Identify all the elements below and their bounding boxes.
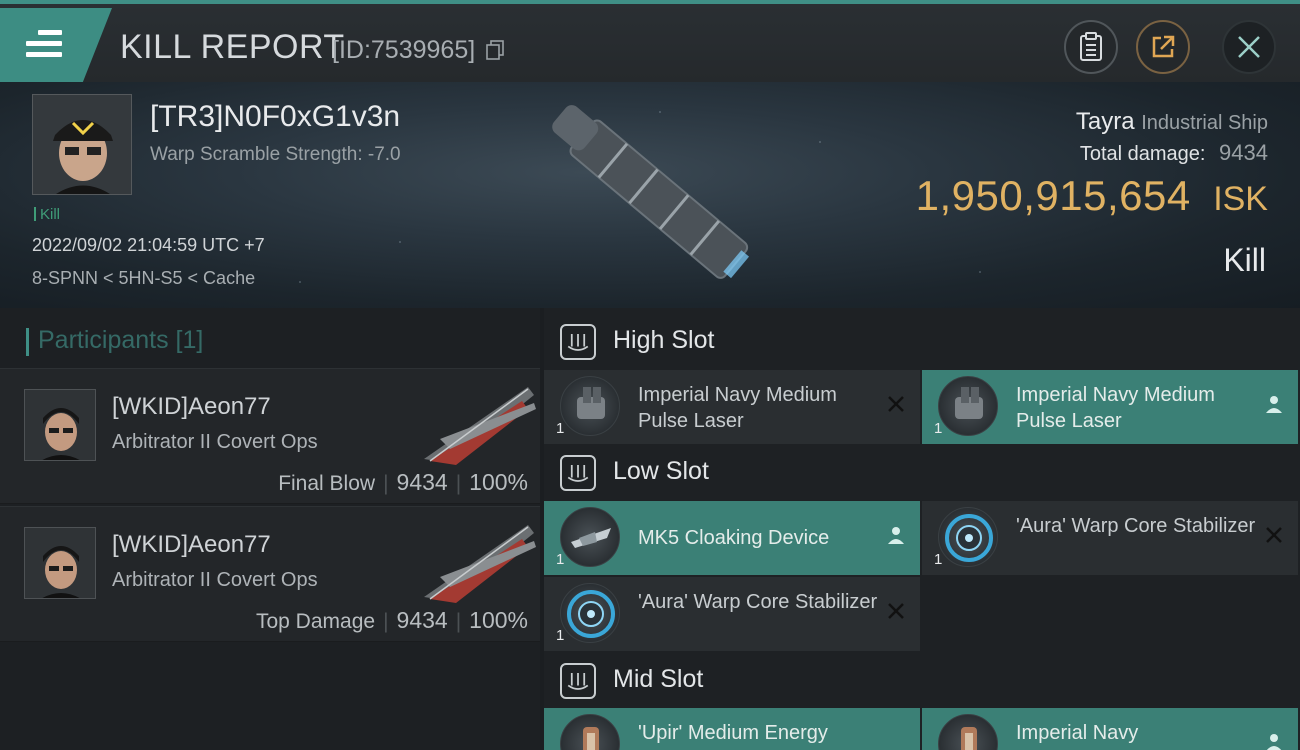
victim-ship-image[interactable]: [520, 86, 790, 306]
participant-ship-image[interactable]: [410, 517, 538, 605]
module-item[interactable]: 1 MK5 Cloaking Device: [544, 501, 920, 575]
module-item[interactable]: 'Upir' Medium Energy: [544, 708, 920, 750]
item-quantity: 1: [934, 420, 943, 437]
item-name: 'Aura' Warp Core Stabilizer: [638, 591, 878, 613]
item-quantity: 1: [934, 551, 943, 568]
participant-stats: Final Blow | 9434 | 100%: [278, 469, 528, 495]
participant-row[interactable]: [WKID]Aeon77 Arbitrator II Covert Ops To…: [0, 506, 540, 642]
item-name: 'Aura' Warp Core Stabilizer: [1016, 515, 1256, 537]
clipboard-icon: [1080, 32, 1102, 61]
participant-percent: 100%: [469, 607, 528, 633]
dropped-person-icon: [888, 527, 904, 544]
dropped-person-icon: [1266, 734, 1282, 750]
participants-title: Participants [1]: [26, 326, 203, 356]
warp-scramble-strength: Warp Scramble Strength: -7.0: [150, 144, 401, 165]
participants-panel: Participants [1] [WKID]Aeon77 Arbitrator…: [0, 308, 540, 750]
page-title: KILL REPORT: [120, 28, 345, 66]
ship-name-label: Tayra: [1075, 108, 1135, 135]
victim-avatar[interactable]: [32, 94, 132, 195]
kill-date: 2022/09/02 21:04:59 UTC +7: [32, 235, 265, 255]
clipboard-button[interactable]: [1064, 20, 1118, 74]
fitting-panel: High Slot 1 Imperial Navy Medium Pulse L…: [544, 308, 1300, 750]
item-quantity: 1: [556, 551, 565, 568]
menu-button[interactable]: [0, 8, 112, 82]
module-item[interactable]: 1 Imperial Navy Medium Pulse Laser: [922, 370, 1298, 444]
victim-header: [TR3]N0F0xG1v3n Warp Scramble Strength: …: [0, 82, 1300, 308]
share-button[interactable]: [1136, 20, 1190, 74]
destroyed-icon: [1266, 527, 1282, 543]
isk-value-line: 1,950,915,654 ISK: [916, 172, 1268, 220]
pulse-laser-icon: [938, 376, 998, 436]
total-damage: Total damage: 9434: [1080, 140, 1268, 166]
warp-core-stabilizer-icon: [560, 583, 620, 643]
victim-name[interactable]: [TR3]N0F0xG1v3n: [150, 100, 400, 134]
energy-module-icon: [938, 714, 998, 750]
item-quantity: 1: [556, 420, 565, 437]
destroyed-icon: [888, 603, 904, 619]
top-bar: KILL REPORT [ID:7539965]: [0, 0, 1300, 82]
mid-slot-icon: [560, 663, 596, 699]
dropped-person-icon: [1266, 396, 1282, 413]
item-name: Imperial Navy Medium Pulse Laser: [1016, 384, 1215, 432]
total-damage-value: 9434: [1219, 140, 1268, 165]
participant-percent: 100%: [469, 469, 528, 495]
participant-ship: Arbitrator II Covert Ops: [112, 431, 318, 453]
pilot-portrait-icon: [33, 95, 131, 194]
participant-role: Final Blow: [278, 472, 376, 495]
destroyed-icon: [888, 396, 904, 412]
participant-stats: Top Damage | 9434 | 100%: [255, 607, 528, 633]
participant-name[interactable]: [WKID]Aeon77: [112, 393, 271, 421]
kill-location[interactable]: 8-SPNN < 5HN-S5 < Cache: [32, 268, 255, 289]
hamburger-menu-icon: [26, 30, 62, 60]
total-damage-label: Total damage:: [1079, 143, 1206, 165]
ship-type: Industrial Ship: [1141, 112, 1268, 134]
low-slot-icon: [560, 455, 596, 491]
module-item[interactable]: Imperial Navy: [922, 708, 1298, 750]
pulse-laser-icon: [560, 376, 620, 436]
participant-ship-image[interactable]: [410, 379, 538, 467]
low-slot-title: Low Slot: [613, 457, 709, 485]
item-name: Imperial Navy Medium Pulse Laser: [638, 384, 837, 432]
high-slot-icon: [560, 324, 596, 360]
isk-unit: ISK: [1213, 180, 1268, 218]
close-button[interactable]: [1222, 20, 1276, 74]
isk-value: 1,950,915,654: [915, 172, 1191, 219]
participant-avatar[interactable]: [24, 527, 96, 599]
share-icon: [1152, 35, 1175, 58]
kill-tag: Kill: [34, 206, 60, 223]
cloaking-device-icon: [560, 507, 620, 567]
item-quantity: 1: [556, 627, 565, 644]
energy-module-icon: [560, 714, 620, 750]
warp-core-stabilizer-icon: [938, 507, 998, 567]
result-label: Kill: [1223, 242, 1266, 278]
item-name: MK5 Cloaking Device: [638, 527, 830, 549]
participant-name[interactable]: [WKID]Aeon77: [112, 531, 271, 559]
close-icon: [1238, 36, 1260, 58]
participant-damage: 9434: [396, 607, 448, 633]
participant-avatar[interactable]: [24, 389, 96, 461]
mid-slot-title: Mid Slot: [613, 665, 704, 693]
module-item[interactable]: 1 'Aura' Warp Core Stabilizer: [922, 501, 1298, 575]
pilot-portrait-icon: [25, 390, 95, 460]
participant-row[interactable]: [WKID]Aeon77 Arbitrator II Covert Ops Fi…: [0, 368, 540, 504]
item-name: Imperial Navy: [1016, 722, 1139, 744]
module-item[interactable]: 1 Imperial Navy Medium Pulse Laser: [544, 370, 920, 444]
report-id: [ID:7539965]: [332, 36, 476, 64]
participant-damage: 9434: [396, 469, 448, 495]
participant-ship: Arbitrator II Covert Ops: [112, 569, 318, 591]
item-name: 'Upir' Medium Energy: [638, 722, 828, 744]
high-slot-title: High Slot: [613, 326, 715, 354]
copy-icon[interactable]: [486, 40, 504, 60]
ship-name[interactable]: Tayra Industrial Ship: [1076, 108, 1268, 136]
participant-role: Top Damage: [255, 610, 376, 633]
pilot-portrait-icon: [25, 528, 95, 598]
module-item[interactable]: 1 'Aura' Warp Core Stabilizer: [544, 577, 920, 651]
